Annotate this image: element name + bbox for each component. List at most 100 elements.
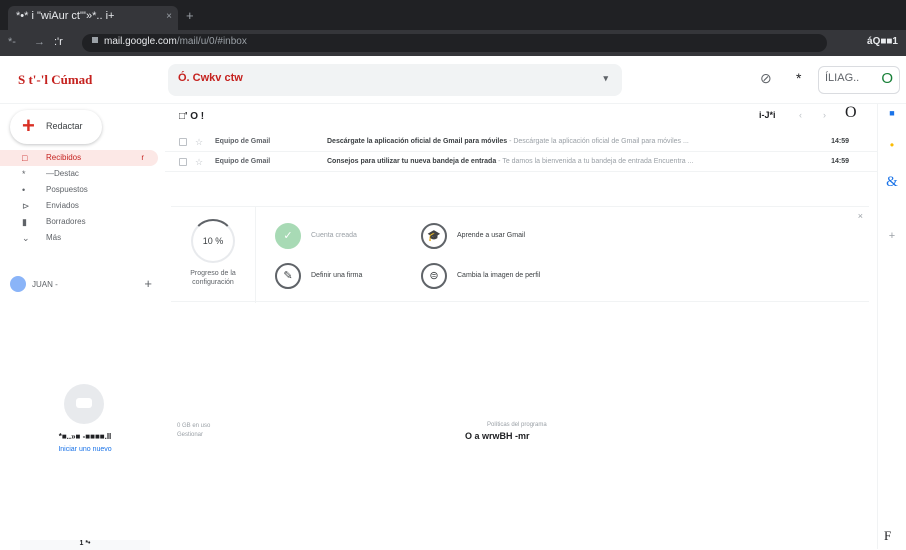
next-page-icon[interactable]: › <box>823 110 826 120</box>
email-snippet: - Descárgate la aplicación oficial de Gm… <box>507 138 689 145</box>
sidebar-item-sent[interactable]: ⊳ Enviados <box>0 198 165 214</box>
step-label: Definir una firma <box>311 272 363 279</box>
sidebar-item-label: Recibidos <box>46 153 82 162</box>
tasks-icon[interactable]: & <box>878 174 906 191</box>
email-sender: Equipo de Gmail <box>215 158 271 165</box>
draft-icon: ▮ <box>22 217 27 227</box>
hangouts-icon <box>64 384 104 424</box>
keep-icon[interactable]: • <box>878 138 906 152</box>
mail-toolbar: □' O ! i-J*i ‹ › O <box>165 104 877 128</box>
avatar[interactable]: O <box>881 70 893 87</box>
help-icon[interactable]: ⊘ <box>760 70 772 87</box>
sidebar-nav: □ Recibidos r * —Destac • Pospuestos ⊳ E… <box>0 150 165 246</box>
table-row[interactable]: ☆ Equipo de Gmail Consejos para utilizar… <box>165 152 877 172</box>
close-icon[interactable]: × <box>858 211 863 221</box>
url-path: /mail/u/0/#inbox <box>176 36 247 47</box>
gmail-logo[interactable]: S t'-'l Cúmad <box>18 72 92 88</box>
row-checkbox[interactable] <box>179 138 187 146</box>
footer-policy: O a wrwBH -mr <box>465 431 530 441</box>
sidebar-item-label: Borradores <box>46 217 86 226</box>
search-placeholder: Ó. Cwkv ctw <box>178 72 243 84</box>
back-button[interactable]: *- <box>8 36 16 48</box>
email-subject-text: Descárgate la aplicación oficial de Gmai… <box>327 138 508 145</box>
sidebar-item-label: Más <box>46 233 62 242</box>
search-input[interactable]: Ó. Cwkv ctw ▾ <box>168 64 622 96</box>
star-icon[interactable]: ☆ <box>195 132 203 152</box>
inbox-icon: □ <box>22 153 28 163</box>
step-label: Aprende a usar Gmail <box>457 232 526 239</box>
search-options-icon[interactable]: ▾ <box>603 73 608 84</box>
star-icon: * <box>22 169 26 179</box>
sidebar-item-label: —Destac <box>46 169 79 178</box>
user-name: JUAN - <box>32 280 58 289</box>
add-addon-icon[interactable]: + <box>878 230 906 242</box>
lock-icon <box>92 37 98 43</box>
gmail-header: S t'-'l Cúmad Ó. Cwkv ctw ▾ ⊘ * ÍLIAG.. … <box>0 56 906 104</box>
avatar <box>10 276 26 292</box>
sidebar-item-inbox[interactable]: □ Recibidos r <box>0 150 158 166</box>
start-hangout-link[interactable]: Iniciar uno nuevo <box>20 446 150 453</box>
add-icon[interactable]: + <box>144 276 152 291</box>
storage-used: 0 GB en uso <box>177 423 211 429</box>
compose-button[interactable]: + Redactar <box>10 110 102 144</box>
browser-actions[interactable]: áQ■■1 <box>867 36 898 47</box>
browser-address-bar: *- → :'r mail.google.com/mail/u/0/#inbox… <box>0 30 906 56</box>
calendar-icon[interactable]: ■ <box>878 108 906 118</box>
sidebar-item-drafts[interactable]: ▮ Borradores <box>0 214 165 230</box>
sidebar-item-label: Pospuestos <box>46 185 88 194</box>
sidebar-item-starred[interactable]: * —Destac <box>0 166 165 182</box>
email-subject-text: Consejos para utilizar tu nueva bandeja … <box>327 158 497 165</box>
new-tab-button[interactable]: + <box>186 8 194 23</box>
side-panel-toggle[interactable]: F <box>884 528 891 544</box>
hangouts-empty-label: *■..»■ -■■■■.II <box>58 432 112 441</box>
email-time: 14:59 <box>831 158 849 165</box>
check-icon: ✓ <box>275 223 301 249</box>
account-chip[interactable]: ÍLIAG.. O <box>818 66 900 94</box>
select-all-checkbox[interactable]: □' O ! <box>179 111 204 122</box>
pencil-icon: ✎ <box>275 263 301 289</box>
program-policies-link[interactable]: Políticas del programa <box>487 422 547 428</box>
hangouts-user[interactable]: JUAN - + <box>10 276 160 294</box>
url-input[interactable]: mail.google.com/mail/u/0/#inbox <box>82 34 827 52</box>
sidebar: + Redactar □ Recibidos r * —Destac • Pos… <box>0 104 165 550</box>
setup-progress-ring: 10 % <box>191 219 235 263</box>
email-sender: Equipo de Gmail <box>215 138 271 145</box>
sidebar-item-label: Enviados <box>46 201 79 210</box>
star-icon[interactable]: ☆ <box>195 152 203 172</box>
prev-page-icon[interactable]: ‹ <box>799 110 802 120</box>
send-icon: ⊳ <box>22 201 30 211</box>
setup-progress-label: Progreso de la configuración <box>190 270 236 286</box>
graduation-cap-icon: 🎓 <box>421 223 447 249</box>
step-label: Cambia la imagen de perfil <box>457 272 541 279</box>
email-snippet: - Te damos la bienvenida a tu bandeja de… <box>496 158 694 165</box>
email-subject: Consejos para utilizar tu nueva bandeja … <box>327 152 797 172</box>
tab-close-icon[interactable]: × <box>166 11 172 22</box>
manage-storage-link[interactable]: Gestionar <box>177 431 210 440</box>
table-row[interactable]: ☆ Equipo de Gmail Descárgate la aplicaci… <box>165 132 877 152</box>
email-subject: Descárgate la aplicación oficial de Gmai… <box>327 132 797 152</box>
side-panel: ■ • & + <box>877 104 906 549</box>
sidebar-item-snoozed[interactable]: • Pospuestos <box>0 182 165 198</box>
more-options-icon[interactable]: O <box>845 104 857 122</box>
unread-count: r <box>141 153 144 162</box>
pagination-label: i-J*i <box>759 110 776 120</box>
row-checkbox[interactable] <box>179 158 187 166</box>
chevron-down-icon: ⌄ <box>22 233 30 243</box>
clock-icon: • <box>22 185 26 195</box>
main-content: □' O ! i-J*i ‹ › O ☆ Equipo de Gmail Des… <box>165 104 877 549</box>
reload-button[interactable]: :'r <box>54 36 63 48</box>
sidebar-item-more[interactable]: ⌄ Más <box>0 230 165 246</box>
browser-tab-bar: *•* i "wiAur ct"'»*.. i+ × + <box>0 0 906 30</box>
step-label: Cuenta creada <box>311 232 357 239</box>
url-host: mail.google.com <box>104 36 177 47</box>
email-time: 14:59 <box>831 138 849 145</box>
compose-label: Redactar <box>46 121 83 131</box>
storage-info: 0 GB en uso Gestionar <box>177 422 210 440</box>
tab-title: *•* i "wiAur ct"'»*.. i+ <box>16 10 115 22</box>
forward-button[interactable]: → <box>34 36 45 48</box>
compose-plus-icon: + <box>22 113 35 138</box>
settings-icon[interactable]: * <box>796 70 801 86</box>
browser-tab[interactable]: *•* i "wiAur ct"'»*.. i+ × <box>8 6 178 30</box>
setup-panel: × 10 % Progreso de la configuración ✓ Cu… <box>171 206 869 303</box>
divider <box>255 207 256 303</box>
